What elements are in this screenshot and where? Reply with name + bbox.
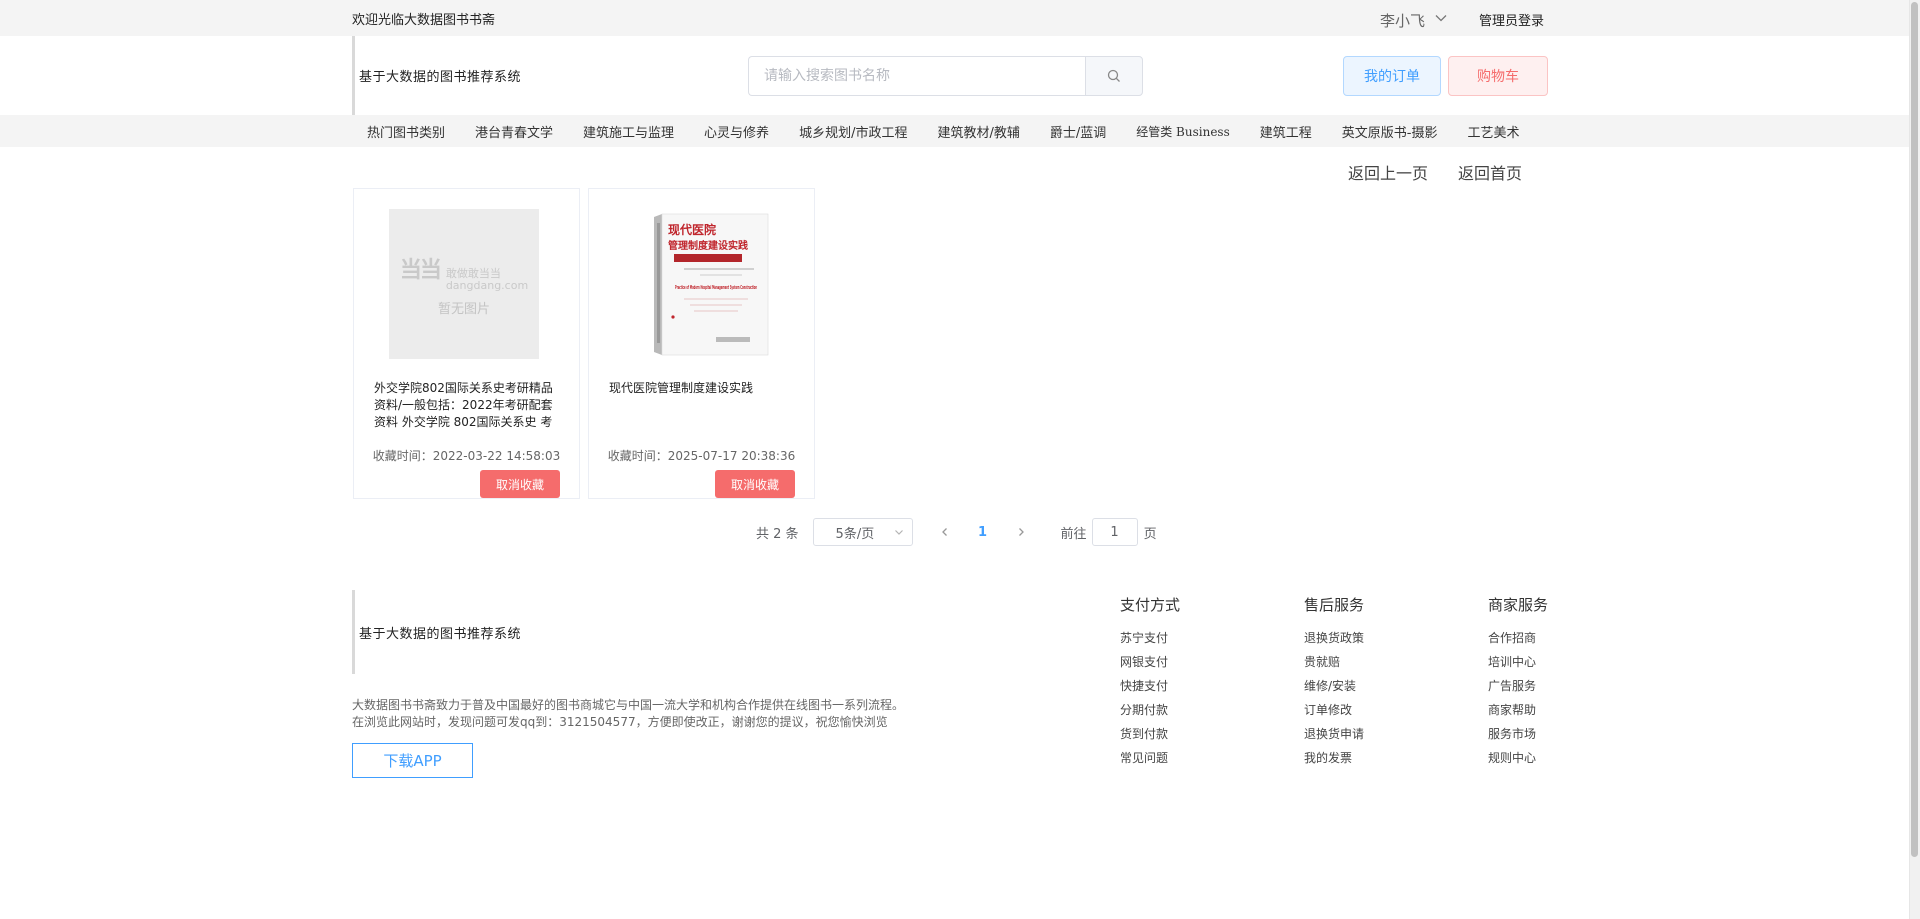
dangdang-logo: 当当 敢做敢当当 dangdang.com [400,252,528,292]
scrollbar-thumb[interactable] [1911,2,1918,857]
footer-description: 大数据图书书斋致力于普及中国最好的图书商城它与中国一流大学和机构合作提供在线图书… [352,698,905,712]
chevron-down-icon [894,530,903,535]
footer-column-after-sales: 售后服务 退换货政策 贵就赔 维修/安装 订单修改 退换货申请 我的发票 [1304,594,1364,770]
cart-button[interactable]: 购物车 [1448,56,1548,96]
page-number-current[interactable]: 1 [973,525,993,540]
goto-page-input[interactable] [1091,518,1138,546]
no-image-text: 暂无图片 [437,301,490,317]
chevron-down-icon[interactable] [1434,11,1448,25]
category-item-urban-planning[interactable]: 城乡规划/市政工程 [784,122,922,141]
cover-english-title: Practice of Modern Hospital Management S… [675,285,757,291]
favorite-time: 收藏时间：2022-03-22 14:58:03 [372,449,561,463]
pagination: 共 2 条 5条/页 1 前往 页 [756,518,1157,546]
page-size-select[interactable]: 5条/页 [812,518,913,546]
cover-title-1: 现代医院 [668,222,716,237]
site-logo[interactable]: 基于大数据的图书推荐系统 [352,36,521,115]
footer-link[interactable]: 培训中心 [1488,650,1548,674]
footer-link[interactable]: 货到付款 [1120,722,1180,746]
my-orders-button[interactable]: 我的订单 [1343,56,1441,96]
footer-logo[interactable]: 基于大数据的图书推荐系统 [352,590,521,674]
category-item-youth-literature[interactable]: 港台青春文学 [460,122,568,141]
footer-contact-note: 在浏览此网站时，发现问题可发qq到：3121504577，方便即使改正，谢谢您的… [352,715,888,729]
footer-link[interactable]: 规则中心 [1488,746,1548,770]
footer-link[interactable]: 苏宁支付 [1120,626,1180,650]
prev-page-button[interactable] [935,526,955,538]
book-title[interactable]: 外交学院802国际关系史考研精品资料/一般包括：2022年考研配套资料 外交学院… [374,380,564,428]
dangdang-logo-mark: 当当 [399,257,442,283]
category-item-building-engineering[interactable]: 建筑工程 [1245,122,1327,141]
category-item-photography[interactable]: 英文原版书-摄影 [1327,122,1453,141]
cover-title-2: 管理制度建设实践 [668,239,748,252]
top-bar [0,0,1909,36]
footer-link[interactable]: 服务市场 [1488,722,1548,746]
chevron-left-icon [941,528,947,536]
category-item-mind[interactable]: 心灵与修养 [689,122,784,141]
download-app-button[interactable]: 下载APP [352,743,473,778]
category-item-building-textbooks[interactable]: 建筑教材/教辅 [922,122,1034,141]
chevron-right-icon [1018,528,1024,536]
footer-column-title: 商家服务 [1488,596,1549,614]
footer-link[interactable]: 我的发票 [1304,746,1364,770]
footer-link[interactable]: 分期付款 [1120,698,1180,722]
footer-link[interactable]: 退换货申请 [1304,722,1364,746]
footer-link[interactable]: 订单修改 [1304,698,1364,722]
goto-label: 前往 [1060,526,1087,542]
footer-column-payment: 支付方式 苏宁支付 网银支付 快捷支付 分期付款 货到付款 常见问题 [1120,594,1180,770]
back-home-link[interactable]: 返回首页 [1458,160,1522,184]
welcome-text: 欢迎光临大数据图书书斋 [352,13,496,28]
footer-column-merchant: 商家服务 合作招商 培训中心 广告服务 商家帮助 服务市场 规则中心 [1488,594,1548,770]
book-cover-image: 现代医院 管理制度建设实践 Practice of Modern Hospita… [624,209,774,359]
back-previous-link[interactable]: 返回上一页 [1348,160,1428,184]
favorite-time: 收藏时间：2025-07-17 20:38:36 [607,449,796,463]
footer-link[interactable]: 商家帮助 [1488,698,1548,722]
page-suffix: 页 [1143,526,1157,542]
search-icon [1107,69,1120,82]
search-input[interactable] [748,56,1085,96]
book-cover[interactable]: 现代医院 管理制度建设实践 Practice of Modern Hospita… [624,209,774,359]
category-item-jazz-blues[interactable]: 爵士/蓝调 [1035,122,1121,141]
favorite-card: 现代医院 管理制度建设实践 Practice of Modern Hospita… [588,188,815,499]
footer-link[interactable]: 广告服务 [1488,674,1548,698]
next-page-button[interactable] [1011,526,1031,538]
footer-link[interactable]: 快捷支付 [1120,674,1180,698]
category-nav: 热门图书类别 港台青春文学 建筑施工与监理 心灵与修养 城乡规划/市政工程 建筑… [352,115,1534,147]
footer-column-title: 售后服务 [1304,596,1365,614]
footer-link[interactable]: 贵就赔 [1304,650,1364,674]
pagination-total: 共 2 条 [756,526,799,542]
footer-link[interactable]: 退换货政策 [1304,626,1364,650]
footer-logo-text: 基于大数据的图书推荐系统 [359,626,522,642]
search-button[interactable] [1085,56,1143,96]
favorite-card: 当当 敢做敢当当 dangdang.com 暂无图片 外交学院802国际关系史考… [353,188,580,499]
cancel-favorite-button[interactable]: 取消收藏 [480,470,560,498]
footer-link[interactable]: 维修/安装 [1304,674,1364,698]
user-menu[interactable]: 李小飞 [1380,10,1425,31]
book-title[interactable]: 现代医院管理制度建设实践 [609,380,799,428]
footer-column-title: 支付方式 [1120,596,1181,614]
search-bar [748,56,1143,96]
category-item-business[interactable]: 经管类 Business [1121,123,1245,140]
site-logo-text: 基于大数据的图书推荐系统 [359,70,522,85]
footer-link[interactable]: 网银支付 [1120,650,1180,674]
page-size-value: 5条/页 [835,526,875,542]
footer-link[interactable]: 合作招商 [1488,626,1548,650]
category-item-construction[interactable]: 建筑施工与监理 [568,122,689,141]
dangdang-domain: dangdang.com [445,278,529,292]
category-item-crafts[interactable]: 工艺美术 [1452,122,1534,141]
book-cover-placeholder[interactable]: 当当 敢做敢当当 dangdang.com 暂无图片 [389,209,539,359]
category-item-hot[interactable]: 热门图书类别 [352,122,460,141]
cancel-favorite-button[interactable]: 取消收藏 [715,470,795,498]
admin-login-link[interactable]: 管理员登录 [1479,10,1544,29]
footer-link[interactable]: 常见问题 [1120,746,1180,770]
